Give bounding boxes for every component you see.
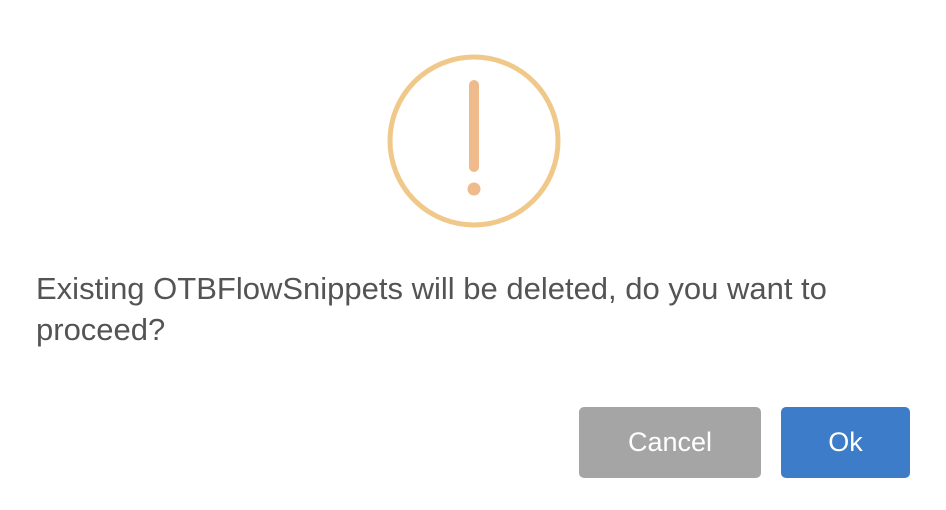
cancel-button[interactable]: Cancel — [579, 407, 761, 478]
ok-button[interactable]: Ok — [781, 407, 910, 478]
warning-exclamation-icon — [386, 53, 562, 229]
confirm-dialog: Existing OTBFlowSnippets will be deleted… — [0, 0, 946, 510]
dialog-message: Existing OTBFlowSnippets will be deleted… — [36, 271, 827, 347]
